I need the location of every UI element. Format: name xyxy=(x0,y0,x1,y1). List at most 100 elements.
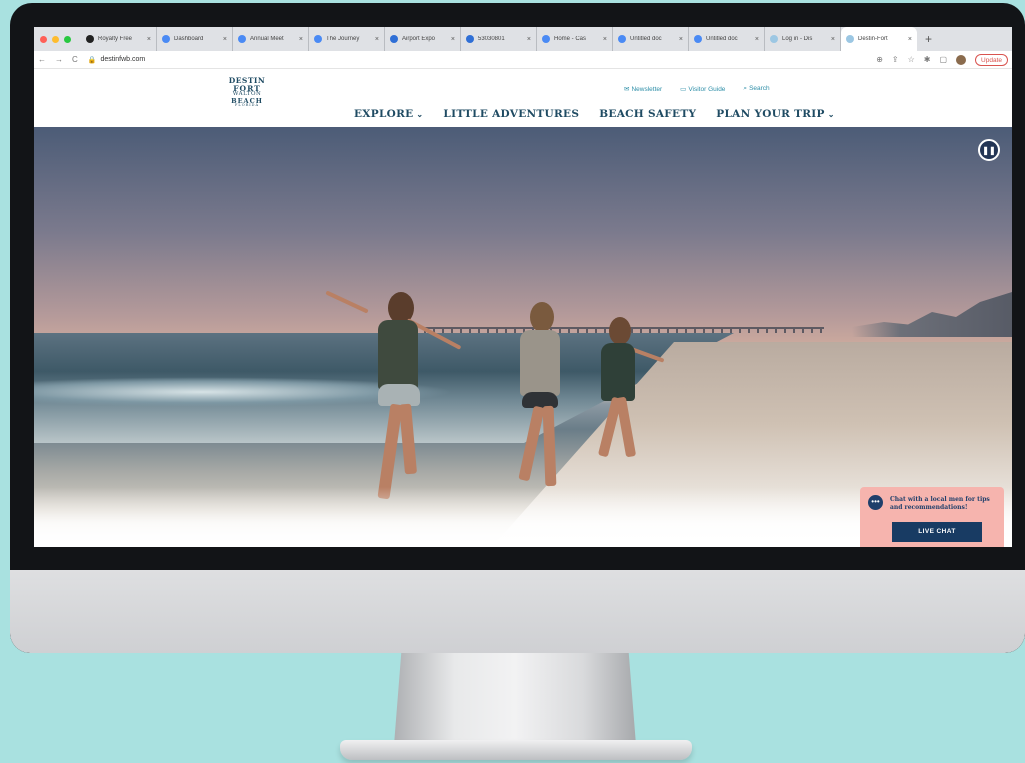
favicon-icon xyxy=(162,35,170,43)
tab-title: Untitled doc xyxy=(706,36,738,42)
url-field[interactable]: 🔒 destinfwb.com xyxy=(88,56,145,64)
tab-title: Home - Cas xyxy=(554,36,587,42)
close-tab-icon[interactable]: × xyxy=(375,36,379,43)
mail-icon: ✉ xyxy=(624,86,630,93)
tab-title: The Journey xyxy=(326,36,360,42)
close-tab-icon[interactable]: × xyxy=(603,36,607,43)
favicon-icon xyxy=(466,35,474,43)
nav-beach-safety-label: BEACH SAFETY xyxy=(599,108,697,120)
lock-icon: 🔒 xyxy=(87,56,97,64)
newsletter-link-label: Newsletter xyxy=(631,86,663,93)
tab-title: 53030801 xyxy=(478,36,505,42)
browser-tab[interactable]: Airport Expo × xyxy=(385,27,461,51)
monitor-stand-base xyxy=(340,740,692,760)
update-button[interactable]: Update xyxy=(975,53,1008,66)
nav-little-adventures[interactable]: LITTLE ADVENTURES xyxy=(443,108,579,120)
close-tab-icon[interactable]: × xyxy=(755,36,759,43)
tab-title: Airport Expo xyxy=(402,36,436,42)
profile-avatar[interactable] xyxy=(956,54,967,65)
nav-plan-your-trip-label: PLAN YOUR TRIP xyxy=(716,108,825,120)
utility-links: ✉ Newsletter ▭ Visitor Guide ⌕ Search xyxy=(624,85,770,93)
favicon-icon xyxy=(694,35,702,43)
url-text: destinfwb.com xyxy=(100,56,146,63)
close-tab-icon[interactable]: × xyxy=(679,36,683,43)
monitor-frame: Royalty Free × Dashboard × Annual Meet × The J… xyxy=(10,3,1025,653)
reload-icon[interactable]: C xyxy=(72,55,78,64)
close-tab-icon[interactable]: × xyxy=(527,36,531,43)
chat-bubble-icon: ••• xyxy=(868,495,883,510)
search-icon: ⌕ xyxy=(743,85,748,92)
browser-tab[interactable]: The Journey × xyxy=(309,27,385,51)
book-icon: ▭ xyxy=(680,86,687,93)
browser-tab[interactable]: Untitled doc × xyxy=(613,27,689,51)
main-nav: EXPLORE ⌄ LITTLE ADVENTURES BEACH SAFETY … xyxy=(354,108,835,120)
browser-tab[interactable]: Log in - Dis × xyxy=(765,27,841,51)
tab-title: Log in - Dis xyxy=(782,36,813,42)
close-tab-icon[interactable]: × xyxy=(147,36,151,43)
minimize-window-icon[interactable] xyxy=(52,35,59,43)
browser-tab[interactable]: Dashboard × xyxy=(157,27,233,51)
favicon-icon xyxy=(86,35,94,43)
browser-tab[interactable]: Untitled doc × xyxy=(689,27,765,51)
browser-tab[interactable]: Destin-Fort × xyxy=(841,27,917,51)
logo-line: FLORIDA xyxy=(235,103,259,107)
favicon-icon xyxy=(618,35,626,43)
visitor-guide-link-label: Visitor Guide xyxy=(688,86,726,93)
tab-title: Dashboard xyxy=(174,36,204,42)
hero-video: ❚❚ ••• Chat with a local men for tips an… xyxy=(34,127,1012,547)
browser-tab[interactable]: Annual Meet × xyxy=(233,27,309,51)
nav-beach-safety[interactable]: BEACH SAFETY xyxy=(599,108,696,120)
back-icon[interactable]: ← xyxy=(38,55,46,64)
browser-tab[interactable]: 53030801 × xyxy=(461,27,537,51)
close-window-icon[interactable] xyxy=(40,35,47,43)
chevron-down-icon: ⌄ xyxy=(416,109,424,119)
tab-title: Royalty Free xyxy=(98,36,133,42)
address-bar: ← → C 🔒 destinfwb.com ⊕ ⇪ ☆ ✱ ▢ Update xyxy=(34,51,1012,69)
nav-explore[interactable]: EXPLORE ⌄ xyxy=(354,108,423,120)
pause-video-button[interactable]: ❚❚ xyxy=(978,139,1000,161)
nav-plan-your-trip[interactable]: PLAN YOUR TRIP ⌄ xyxy=(716,108,834,120)
close-tab-icon[interactable]: × xyxy=(451,36,455,43)
new-tab-button[interactable]: + xyxy=(925,32,932,46)
bookmark-star-icon[interactable]: ☆ xyxy=(908,55,915,64)
tab-title: Annual Meet xyxy=(250,36,284,42)
tab-strip: Royalty Free × Dashboard × Annual Meet × The J… xyxy=(81,27,917,51)
window-controls xyxy=(40,35,71,43)
live-chat-button[interactable]: LIVE CHAT xyxy=(892,522,982,542)
favicon-icon xyxy=(238,35,246,43)
site-header: DESTIN FORT WALTON BEACH FLORIDA ✉ Newsle… xyxy=(34,69,1012,127)
monitor-stand xyxy=(394,653,636,745)
visitor-guide-link[interactable]: ▭ Visitor Guide xyxy=(680,85,725,93)
maximize-window-icon[interactable] xyxy=(64,35,71,43)
favicon-icon xyxy=(846,35,854,43)
close-tab-icon[interactable]: × xyxy=(223,36,227,43)
extensions-icon[interactable]: ✱ xyxy=(924,55,931,64)
person-figure xyxy=(325,290,462,512)
favicon-icon xyxy=(542,35,550,43)
browser-tab-bar: Royalty Free × Dashboard × Annual Meet × The J… xyxy=(34,27,1012,51)
person-figure xyxy=(589,317,665,467)
site-logo[interactable]: DESTIN FORT WALTON BEACH FLORIDA xyxy=(226,77,268,108)
browser-tab[interactable]: Home - Cas × xyxy=(537,27,613,51)
close-tab-icon[interactable]: × xyxy=(908,36,912,43)
search-link[interactable]: ⌕ Search xyxy=(743,85,769,93)
search-link-label: Search xyxy=(749,85,770,92)
monitor-chin xyxy=(10,570,1025,653)
favicon-icon xyxy=(770,35,778,43)
newsletter-link[interactable]: ✉ Newsletter xyxy=(624,85,662,93)
chevron-down-icon: ⌄ xyxy=(827,109,835,119)
pause-icon: ❚❚ xyxy=(982,145,996,155)
favicon-icon xyxy=(390,35,398,43)
sidebar-icon[interactable]: ▢ xyxy=(939,55,947,64)
share-icon[interactable]: ⇪ xyxy=(892,55,899,64)
person-figure xyxy=(504,302,574,497)
favicon-icon xyxy=(314,35,322,43)
nav-explore-label: EXPLORE xyxy=(354,108,414,120)
browser-tab[interactable]: Royalty Free × xyxy=(81,27,157,51)
forward-icon[interactable]: → xyxy=(55,55,63,64)
chat-message: Chat with a local men for tips and recom… xyxy=(890,496,990,512)
zoom-icon[interactable]: ⊕ xyxy=(876,55,883,64)
close-tab-icon[interactable]: × xyxy=(299,36,303,43)
live-chat-widget: ••• Chat with a local men for tips and r… xyxy=(860,487,1004,547)
close-tab-icon[interactable]: × xyxy=(831,36,835,43)
